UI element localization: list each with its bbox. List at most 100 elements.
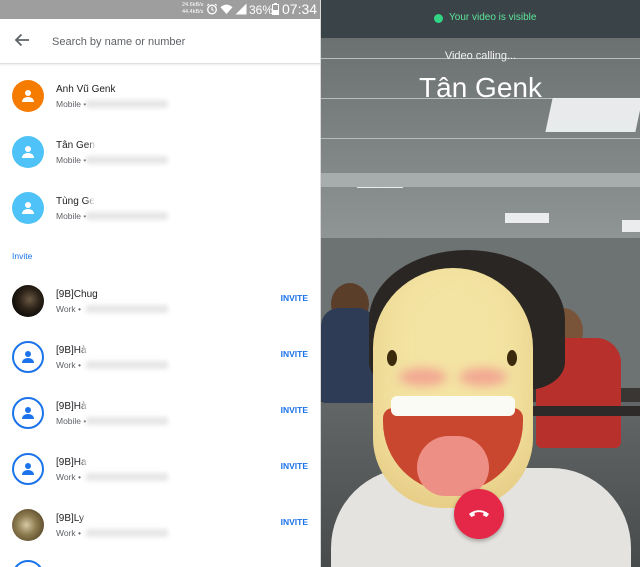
invite-row[interactable]: [9B]Hà Work • INVITE [0,332,320,382]
phone-type-label: Mobile [56,99,82,109]
video-visible-text: Your video is visible [449,12,537,23]
contact-name: [9B]Chug [56,289,98,300]
phone-type-label: Work [56,472,76,482]
contact-phone-type: Mobile • [56,416,87,426]
invite-row[interactable]: [9B]Ha Work • INVITE [0,444,320,494]
network-download-speed: 44.4kB/s [182,8,204,15]
contact-phone-type: Work • [56,360,82,370]
network-upload-speed: 24.6kB/s [182,2,204,8]
ceiling-light [622,220,640,232]
video-status-bar: Your video is visible [321,0,640,38]
sticker-teeth [391,396,515,416]
contact-phone-type: Work • [56,304,82,314]
invite-button[interactable]: INVITE [281,461,308,471]
person-icon [22,146,34,158]
avatar [12,509,44,541]
sticker-eye [507,350,517,366]
ceiling-line [321,138,640,139]
contact-phone-type: Work • [56,472,82,482]
signal-icon [235,3,247,15]
alarm-icon [206,3,218,15]
blurred-number [86,361,168,369]
callee-name: Tân Genk [419,72,542,103]
sticker-tongue [417,436,489,496]
avatar [12,453,44,485]
invite-row[interactable]: [9B]Ly Work • INVITE [0,500,320,550]
avatar [12,285,44,317]
blurred-name [84,343,110,356]
phone-type-label: Mobile [56,416,82,426]
blurred-number [86,529,168,537]
back-arrow-icon[interactable] [13,31,31,49]
face-sticker [373,268,533,508]
contact-phone-type: Work • [56,528,82,538]
visible-indicator-dot [434,14,443,23]
invite-button[interactable]: INVITE [281,517,308,527]
blurred-number [86,473,168,481]
wifi-icon [220,4,233,14]
call-status: Video calling... [444,50,517,62]
background-person [321,308,376,403]
avatar [12,136,44,168]
avatar [12,397,44,429]
contact-picker-panel: 24.6kB/s 44.4kB/s 36% 07:34 Search by na… [0,0,320,567]
contact-phone-type: Mobile • [56,211,87,221]
avatar [12,560,44,567]
invite-row[interactable]: [9B]Hà Mobile • INVITE [0,388,320,438]
contact-name: [9B]Ly [56,513,84,524]
blurred-name [84,455,110,468]
invite-button[interactable]: INVITE [281,293,308,303]
contact-row[interactable]: Anh Vũ Genk Mobile • [0,71,320,121]
contact-phone-type: Mobile • [56,99,87,109]
blurred-number [86,212,168,220]
blurred-number [86,417,168,425]
person-icon [22,407,34,419]
contact-name: Tân Gen [56,140,95,151]
invite-section-header: Invite [12,251,33,261]
contact-row[interactable]: Tân Gen Mobile • [0,127,320,177]
search-bar [0,19,320,64]
battery-icon [272,3,279,15]
contact-name: [9B]Hà [56,345,87,356]
video-call-panel: Your video is visible Video calling... T… [321,0,640,567]
network-speed: 24.6kB/s 44.4kB/s [182,2,203,15]
person-icon [22,463,34,475]
contact-name: Anh Vũ Genk [56,84,116,95]
camera-preview [321,38,640,567]
end-call-button[interactable] [454,489,504,539]
contact-name: [9B]Hà [56,401,87,412]
phone-type-label: Mobile [56,155,82,165]
phone-type-label: Work [56,304,76,314]
phone-type-label: Work [56,528,76,538]
blurred-name [84,399,110,412]
battery-percent: 36% [249,3,274,17]
phone-type-label: Mobile [56,211,82,221]
avatar [12,341,44,373]
phone-type-label: Work [56,360,76,370]
person-icon [22,90,34,102]
ceiling-duct [321,173,640,187]
person-icon [22,202,34,214]
avatar [12,80,44,112]
invite-row[interactable]: [9B]Chug Work • INVITE [0,276,320,326]
hang-up-icon [469,510,489,517]
invite-button[interactable]: INVITE [281,349,308,359]
blurred-name [92,138,118,151]
clock: 07:34 [282,1,318,17]
sticker-blush [459,368,507,386]
blurred-number [86,100,168,108]
search-input[interactable] [50,29,304,55]
blurred-name [84,511,110,524]
ceiling-light [505,213,549,223]
sticker-eye [387,350,397,366]
blurred-number [86,305,168,313]
contact-name: [9B]Ha [56,457,87,468]
contact-row[interactable]: Tùng Ge Mobile • [0,183,320,233]
blurred-name [90,194,116,207]
invite-button[interactable]: INVITE [281,405,308,415]
sticker-blush [399,368,447,386]
person-icon [22,351,34,363]
office-ceiling [321,38,640,238]
desk [516,406,640,416]
contact-phone-type: Mobile • [56,155,87,165]
